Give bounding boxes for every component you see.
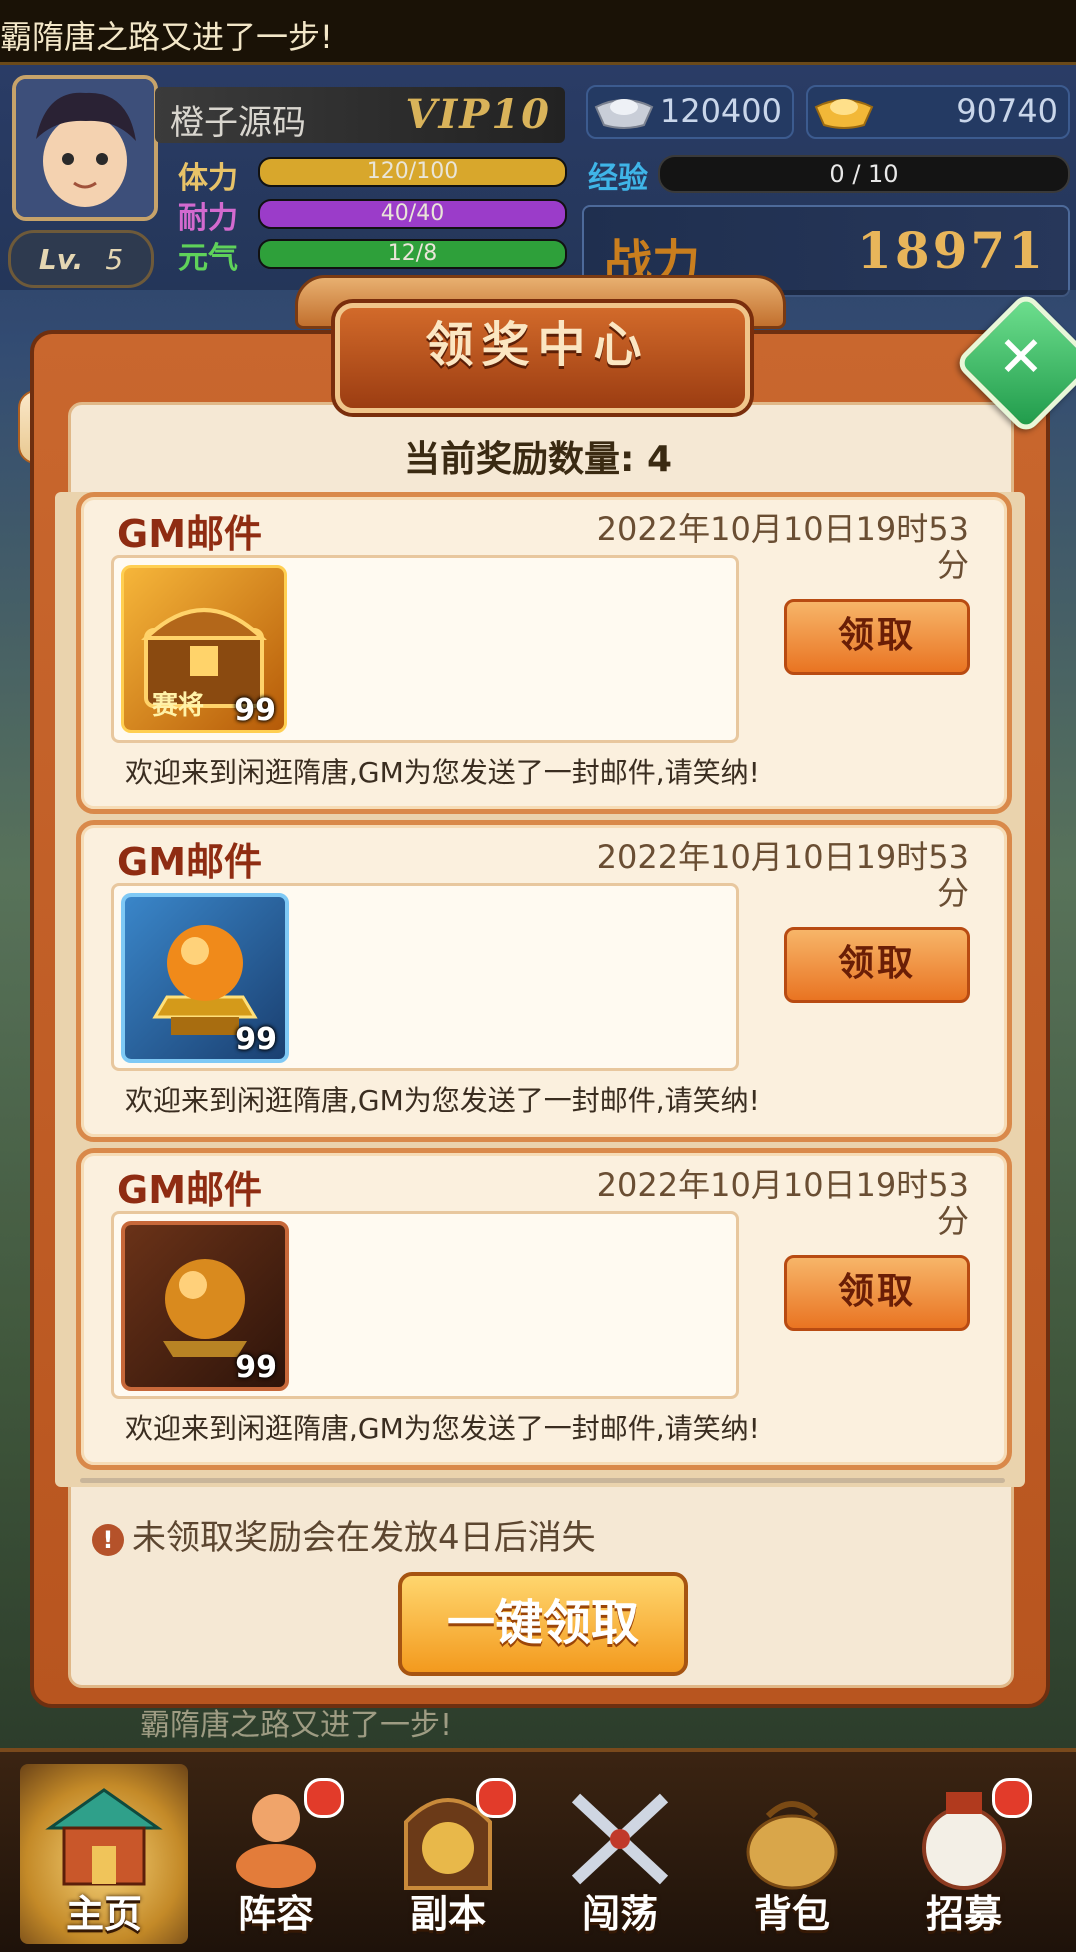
mail-item: GM邮件 2022年10月10日19时53分 赛将 99 领取 欢迎来到闲逛隋唐… (76, 492, 1012, 814)
endurance-label: 耐力 (178, 201, 238, 236)
mail-title: GM邮件 (117, 1168, 263, 1212)
stamina-label: 体力 (178, 161, 238, 196)
nav-label: 招募 (925, 1892, 1002, 1936)
mail-message: 欢迎来到闲逛隋唐,GM为您发送了一封邮件,请笑纳! (125, 1412, 760, 1445)
reward-count-value: 4 (646, 439, 672, 480)
endurance-bar: 40/40 (258, 199, 567, 229)
treasure-chest-icon[interactable]: 赛将 99 (121, 565, 287, 733)
player-name: 橙子源码 (170, 103, 306, 143)
exp-label: 经验 (588, 161, 648, 196)
level-label: Lv. (38, 242, 84, 276)
item-quantity: 99 (235, 1022, 277, 1057)
player-avatar[interactable] (12, 75, 158, 221)
bag-icon (746, 1801, 838, 1890)
silver-currency[interactable]: 120400 (586, 85, 794, 139)
nav-label: 闯荡 (581, 1892, 658, 1936)
combat-power-value: 18971 (857, 221, 1046, 280)
mail-title: GM邮件 (117, 840, 263, 884)
svg-text:赛将: 赛将 (151, 690, 204, 721)
gold-currency[interactable]: 90740 (806, 85, 1070, 139)
notification-badge (304, 1778, 344, 1818)
background-ticker: 霸隋唐之路又进了一步! (140, 1708, 453, 1743)
expiry-warning: ! 未领取奖励会在发放4日后消失 (92, 1510, 596, 1559)
claim-button[interactable]: 领取 (784, 1255, 970, 1331)
exp-bar: 0 / 10 (658, 155, 1070, 193)
mail-item: GM邮件 2022年10月10日19时53分 99 领取 欢迎来到闲逛隋唐,GM… (76, 1148, 1012, 1470)
fire-orb-icon[interactable]: 99 (121, 893, 289, 1063)
vigor-value: 12/8 (387, 241, 438, 266)
stamina-bar: 120/100 (258, 157, 567, 187)
modal-title-plaque: 领奖中心 (295, 275, 786, 413)
vip-badge[interactable]: VIP10 (406, 91, 552, 138)
exp-value: 0 / 10 (829, 160, 899, 188)
nav-lineup[interactable]: 阵容 (192, 1764, 360, 1944)
vigor-label: 元气 (178, 241, 238, 276)
ticker-text: 霸隋唐之路又进了一步! (0, 18, 333, 56)
mail-item: GM邮件 2022年10月10日19时53分 99 领取 欢迎来到闲逛隋唐,GM… (76, 820, 1012, 1142)
nav-home[interactable]: 主页 (20, 1764, 188, 1944)
warning-text: 未领取奖励会在发放4日后消失 (132, 1518, 596, 1558)
player-header: Lv. 5 橙子源码 VIP10 体力 120/100 耐力 40/40 元气 … (0, 65, 1076, 297)
item-quantity: 99 (234, 693, 276, 728)
item-quantity: 99 (235, 1350, 277, 1385)
vigor-bar: 12/8 (258, 239, 567, 269)
nav-label: 背包 (753, 1892, 830, 1936)
endurance-value: 40/40 (380, 201, 445, 226)
avatar-portrait-icon (16, 79, 154, 217)
nav-label: 阵容 (237, 1892, 314, 1936)
name-bar: 橙子源码 VIP10 (155, 87, 565, 143)
mail-message: 欢迎来到闲逛隋唐,GM为您发送了一封邮件,请笑纳! (125, 756, 760, 789)
notification-badge (476, 1778, 516, 1818)
bottom-navigation: 主页 阵容 副本 闯荡 背包 招募 (0, 1748, 1076, 1952)
marquee-ticker: 霸隋唐之路又进了一步! (0, 0, 1076, 65)
warning-icon: ! (92, 1523, 124, 1556)
gold-amount: 90740 (956, 92, 1058, 130)
stamina-value: 120/100 (366, 159, 459, 184)
silver-amount: 120400 (659, 92, 782, 130)
nav-adventure[interactable]: 闯荡 (536, 1764, 704, 1944)
golden-orb-icon[interactable]: 99 (121, 1221, 289, 1391)
claim-button[interactable]: 领取 (784, 599, 970, 675)
modal-title: 领奖中心 (425, 317, 650, 373)
list-divider (80, 1478, 1005, 1483)
nav-label: 副本 (409, 1892, 486, 1936)
reward-count: 当前奖励数量: 4 (0, 430, 1076, 482)
mail-title: GM邮件 (117, 512, 263, 556)
claim-button[interactable]: 领取 (784, 927, 970, 1003)
gold-ingot-icon (814, 99, 874, 129)
home-icon (45, 1788, 163, 1886)
level-badge: Lv. 5 (8, 230, 154, 288)
silver-ingot-icon (594, 99, 654, 129)
nav-dungeon[interactable]: 副本 (364, 1764, 532, 1944)
notification-badge (992, 1778, 1032, 1818)
mail-message: 欢迎来到闲逛隋唐,GM为您发送了一封邮件,请笑纳! (125, 1084, 760, 1117)
close-icon[interactable]: ✕ (975, 312, 1067, 404)
nav-recruit[interactable]: 招募 (880, 1764, 1048, 1944)
claim-all-button[interactable]: 一键领取 (398, 1572, 688, 1676)
nav-label: 主页 (65, 1892, 142, 1936)
crossed-swords-icon (571, 1793, 669, 1885)
level-value: 5 (105, 242, 124, 276)
reward-count-label: 当前奖励数量: (403, 439, 635, 480)
nav-bag[interactable]: 背包 (708, 1764, 876, 1944)
